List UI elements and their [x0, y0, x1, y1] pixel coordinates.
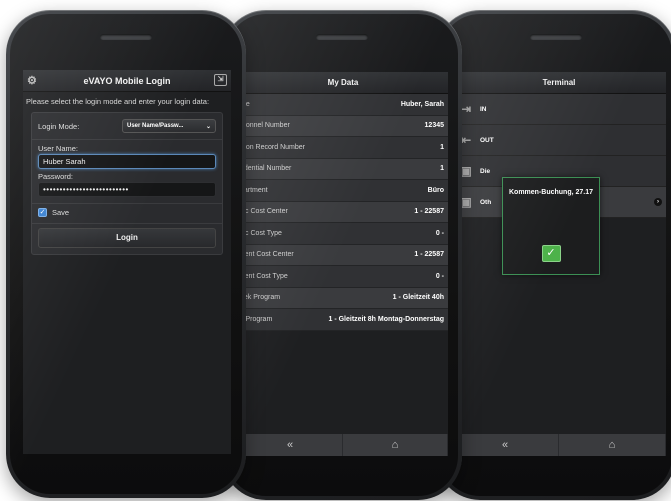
- data-row-current-cost-center: rrent Cost Center 1 - 22587: [238, 244, 448, 266]
- data-row-person-record: rson Record Number 1: [238, 137, 448, 159]
- data-row-credential: edential Number 1: [238, 158, 448, 180]
- terminal-row-label: OUT: [480, 136, 494, 144]
- booking-confirmation-dialog: Kommen-Buchung, 27.17 ✓: [502, 177, 600, 275]
- speaker-grille: [100, 34, 152, 40]
- divider: [32, 203, 222, 204]
- my-data-footer: « ⌂: [238, 434, 448, 456]
- data-value: 1 - Gleitzeit 40h: [392, 294, 444, 302]
- terminal-row-in[interactable]: ⇥ IN: [452, 94, 666, 125]
- data-value: 1 - 22587: [414, 208, 444, 216]
- home-icon[interactable]: ⌂: [559, 434, 666, 456]
- my-data-header: My Data: [238, 72, 448, 94]
- chevron-right-icon: ›: [654, 198, 662, 206]
- data-value: 1: [440, 165, 444, 173]
- terminal-header: Terminal: [452, 72, 666, 94]
- data-row-name: meHuber, Sarah: [238, 94, 448, 116]
- login-mode-row: Login Mode: User Name/Passw... ⌄: [38, 119, 216, 133]
- data-value: 0 -: [435, 229, 444, 237]
- login-form: Login Mode: User Name/Passw... ⌄ User Na…: [31, 112, 223, 255]
- phone-terminal: Terminal ⇥ IN ⇤ OUT ▣ Die ▣ Oth › Kommen…: [436, 10, 671, 500]
- my-data-list: meHuber, Sarah rsonnel Number 12345 rson …: [238, 94, 448, 331]
- username-label: User Name:: [38, 144, 79, 153]
- data-value: 1 - Gleitzeit 8h Montag-Donnerstag: [328, 315, 444, 323]
- data-value: 1: [440, 143, 444, 151]
- save-label: Save: [52, 208, 70, 217]
- settings-icon[interactable]: ⚙: [27, 74, 37, 87]
- data-row-current-cost-type: rrent Cost Type 0 -: [238, 266, 448, 288]
- data-row-personnel-number: rsonnel Number 12345: [238, 115, 448, 137]
- phone-my-data: My Data meHuber, Sarah rsonnel Number 123…: [222, 10, 462, 500]
- username-input[interactable]: Huber Sarah: [38, 154, 216, 169]
- login-mode-label: Login Mode:: [38, 121, 80, 131]
- back-button[interactable]: «: [452, 434, 559, 456]
- speaker-grille: [316, 34, 368, 40]
- checkmark-icon[interactable]: ✓: [541, 245, 561, 262]
- data-label: sic Cost Type: [240, 229, 282, 237]
- data-value: 1 - 22587: [414, 251, 444, 259]
- data-row-department: partment Büro: [238, 180, 448, 202]
- save-checkbox-row[interactable]: ✓ Save: [38, 208, 216, 217]
- data-value: 12345: [424, 122, 444, 130]
- login-button[interactable]: Login: [38, 228, 216, 248]
- checkbox-checked-icon[interactable]: ✓: [38, 208, 47, 217]
- login-mode-value: User Name/Passw...: [127, 123, 184, 129]
- chevron-down-icon: ⌄: [205, 123, 211, 130]
- data-row-day-program: y Program 1 - Gleitzeit 8h Montag-Donners…: [238, 309, 448, 331]
- password-label: Password:: [38, 172, 74, 181]
- phone-login: ⚙ eVAYO Mobile Login ⇲ Please select the…: [6, 10, 246, 498]
- screenshot-stage: Terminal ⇥ IN ⇤ OUT ▣ Die ▣ Oth › Kommen…: [0, 0, 671, 501]
- password-input[interactable]: ••••••••••••••••••••••••••: [38, 182, 216, 197]
- divider: [32, 139, 222, 140]
- data-value: Huber, Sarah: [400, 100, 444, 108]
- login-header: ⚙ eVAYO Mobile Login ⇲: [23, 70, 231, 92]
- home-icon[interactable]: ⌂: [343, 434, 448, 456]
- data-value: 0 -: [435, 272, 444, 280]
- terminal-row-out[interactable]: ⇤ OUT: [452, 125, 666, 156]
- data-row-basic-cost-type: sic Cost Type 0 -: [238, 223, 448, 245]
- back-button[interactable]: «: [238, 434, 343, 456]
- terminal-row-label: IN: [480, 105, 487, 113]
- data-label: rrent Cost Type: [240, 272, 288, 280]
- exit-icon[interactable]: ⇲: [214, 74, 227, 86]
- login-title: eVAYO Mobile Login: [83, 75, 171, 86]
- my-data-screen: My Data meHuber, Sarah rsonnel Number 123…: [238, 72, 448, 456]
- data-value: Büro: [427, 186, 444, 194]
- terminal-screen: Terminal ⇥ IN ⇤ OUT ▣ Die ▣ Oth › Kommen…: [452, 72, 666, 456]
- data-label: sic Cost Center: [240, 208, 288, 216]
- divider: [32, 223, 222, 224]
- terminal-footer: « ⌂: [452, 434, 666, 456]
- data-label: eek Program: [240, 294, 281, 302]
- popup-message: Kommen-Buchung, 27.17: [508, 189, 593, 196]
- data-row-week-program: eek Program 1 - Gleitzeit 40h: [238, 287, 448, 309]
- login-screen: ⚙ eVAYO Mobile Login ⇲ Please select the…: [23, 70, 231, 454]
- data-label: rrent Cost Center: [240, 251, 294, 259]
- data-label: edential Number: [240, 165, 292, 173]
- terminal-row-label: Die: [480, 167, 491, 175]
- login-instruction: Please select the login mode and enter y…: [26, 97, 210, 106]
- login-mode-select[interactable]: User Name/Passw... ⌄: [122, 119, 216, 133]
- data-label: rson Record Number: [240, 143, 305, 151]
- speaker-grille: [530, 34, 582, 40]
- data-row-basic-cost-center: sic Cost Center 1 - 22587: [238, 201, 448, 223]
- terminal-row-label: Oth: [480, 198, 492, 206]
- data-label: rsonnel Number: [240, 122, 290, 130]
